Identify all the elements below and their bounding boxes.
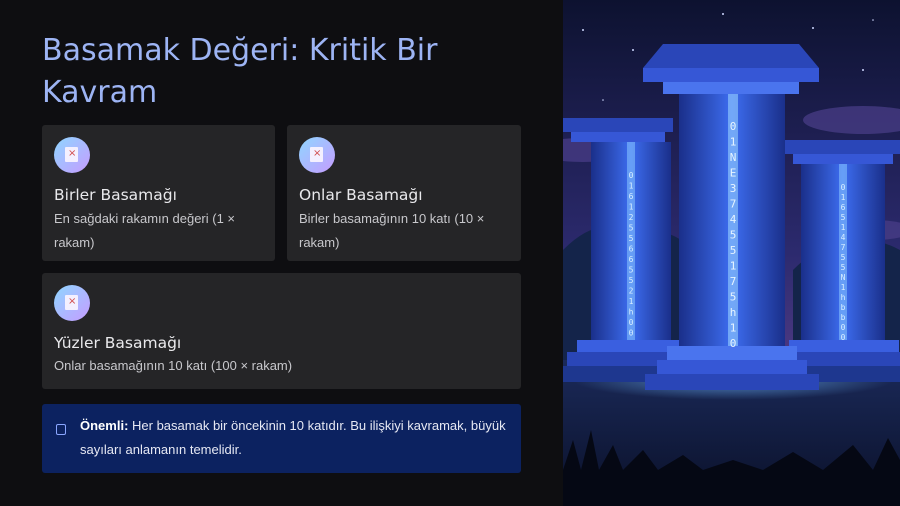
pillar-digit: 7 xyxy=(730,275,737,288)
card-tens-place: Onlar Basamağı Birler basamağının 10 kat… xyxy=(287,125,521,261)
pillar-digit: 5 xyxy=(841,263,846,272)
pillar-digit: 0 xyxy=(629,171,634,180)
pillar-digit: 5 xyxy=(730,291,737,304)
document-icon xyxy=(54,137,90,173)
pillar-digit: E xyxy=(730,167,737,180)
pillar-digit: b xyxy=(841,303,846,312)
pillar-digit: 5 xyxy=(629,276,634,285)
pillar-digit: 6 xyxy=(629,192,634,201)
note-text: Önemli: Her basamak bir öncekinin 10 kat… xyxy=(80,414,508,462)
card-description: Onlar basamağının 10 katı (100 × rakam) xyxy=(54,358,293,373)
pillar-digit: 0 xyxy=(841,333,846,342)
document-icon xyxy=(299,137,335,173)
pillar-digit: b xyxy=(841,313,846,322)
pillar-digit: 0 xyxy=(841,183,846,192)
left-column-digits: 0161255665521h00 xyxy=(629,171,634,338)
card-ones-place: Birler Basamağı En sağdaki rakamın değer… xyxy=(42,125,275,261)
pillar-digit: 1 xyxy=(629,182,634,191)
document-icon xyxy=(54,285,90,321)
pillar-digit: h xyxy=(629,308,634,317)
pillar-digit: 1 xyxy=(730,136,737,149)
pillar-digit: 1 xyxy=(629,297,634,306)
pillar-digit: h xyxy=(841,293,846,302)
center-column-digits: 0 1 NE 3 7 4 5 5 1 7 5 h 1 0 xyxy=(730,120,737,350)
note-icon xyxy=(56,424,66,435)
pillar-digit: 5 xyxy=(730,244,737,257)
pillar-digit: 6 xyxy=(629,255,634,264)
pillar-digit: N xyxy=(841,273,846,282)
pillar-digit: 0 xyxy=(841,323,846,332)
pillar-digit: 5 xyxy=(730,229,737,242)
pillar-digit: 1 xyxy=(629,203,634,212)
pillar-digit: 1 xyxy=(841,193,846,202)
illustration-image: 01NE37455175h10 0161255665521h00 0165147… xyxy=(563,0,900,506)
pillar-digit: 5 xyxy=(629,234,634,243)
right-column-digits: 016514755N1hbb00 xyxy=(841,183,846,342)
important-note: Önemli: Her basamak bir öncekinin 10 kat… xyxy=(42,404,521,473)
pillar-digit: 5 xyxy=(841,253,846,262)
note-body: Her basamak bir öncekinin 10 katıdır. Bu… xyxy=(80,418,506,457)
card-description: En sağdaki rakamın değeri (1 × rakam) xyxy=(54,211,236,250)
pillar-digit: 4 xyxy=(730,213,737,226)
pillar-digit: 0 xyxy=(629,318,634,327)
pillar-digit: 1 xyxy=(730,260,737,273)
pillar-digit: 5 xyxy=(841,213,846,222)
pillar-digit: 2 xyxy=(629,287,634,296)
pillar-digit: 6 xyxy=(629,245,634,254)
card-hundreds-place: Yüzler Basamağı Onlar basamağının 10 kat… xyxy=(42,273,521,389)
pillar-digit: 5 xyxy=(629,224,634,233)
note-label: Önemli: xyxy=(80,418,129,433)
card-title: Yüzler Basamağı xyxy=(54,334,182,352)
card-title: Birler Basamağı xyxy=(54,186,177,204)
card-description: Birler basamağının 10 katı (10 × rakam) xyxy=(299,211,485,250)
pillar-digit: 5 xyxy=(629,266,634,275)
slide-title: Basamak Değeri: Kritik Bir Kavram xyxy=(42,33,438,110)
pillar-digit: 1 xyxy=(730,322,737,335)
pillar-digit: 1 xyxy=(841,283,846,292)
pillar-digit: 4 xyxy=(841,233,846,242)
pillar-digit: 6 xyxy=(841,203,846,212)
content-panel: Basamak Değeri: Kritik Bir Kavram Birler… xyxy=(0,0,563,506)
pillar-digit: 0 xyxy=(730,120,737,133)
card-title: Onlar Basamağı xyxy=(299,186,423,204)
pillar-digit: 0 xyxy=(629,329,634,338)
pillar-digit: N xyxy=(730,151,737,164)
pillar-digit: 0 xyxy=(730,337,737,350)
pillar-digit: 3 xyxy=(730,182,737,195)
pillar-digit: h xyxy=(730,306,737,319)
pillar-digit: 1 xyxy=(841,223,846,232)
pillar-digit: 7 xyxy=(841,243,846,252)
pillars-illustration: 01NE37455175h10 0161255665521h00 0165147… xyxy=(563,0,900,506)
pillar-digit: 7 xyxy=(730,198,737,211)
pillar-digit: 2 xyxy=(629,213,634,222)
